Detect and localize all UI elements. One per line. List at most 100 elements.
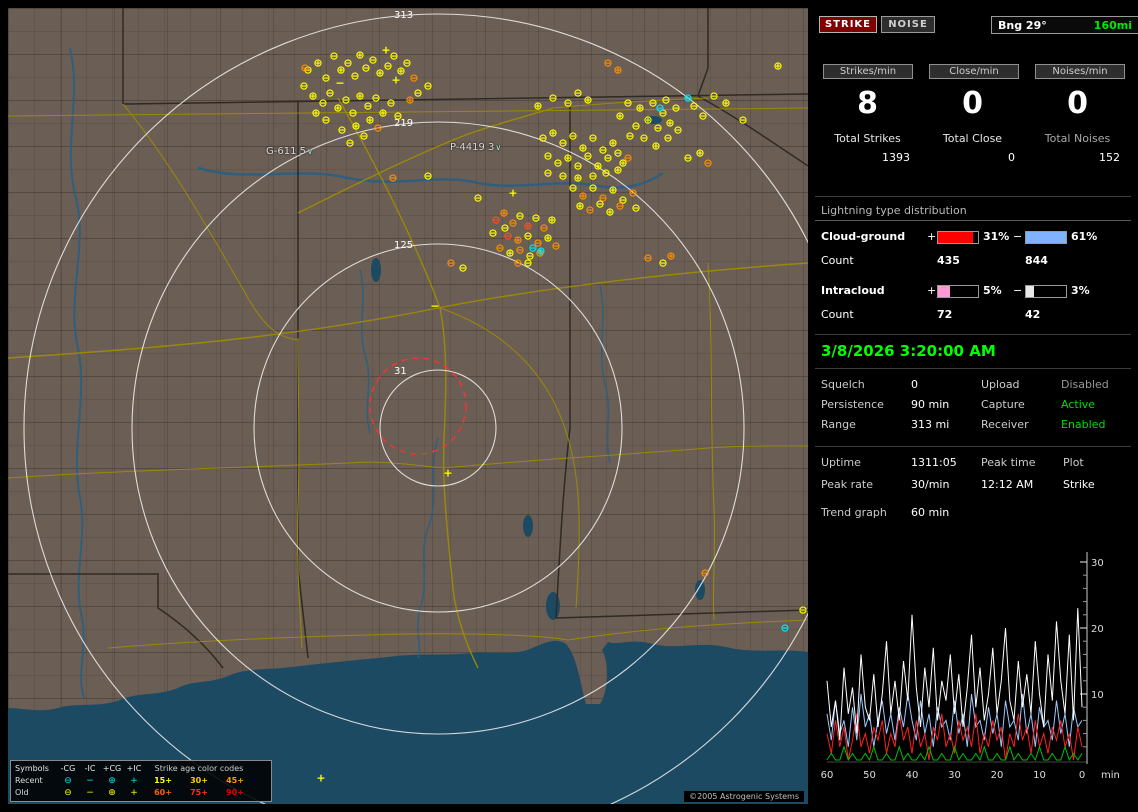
svg-text:min: min <box>1101 770 1120 781</box>
persistence-value: 90 min <box>911 398 949 411</box>
svg-text:0: 0 <box>1079 770 1085 781</box>
legend-col-neg-cg: -CG <box>57 763 79 775</box>
peak-time-label: Peak time <box>981 456 1035 469</box>
cg-negative-bar <box>1025 231 1067 244</box>
total-strikes-value: 1393 <box>815 151 910 164</box>
upload-label: Upload <box>981 378 1020 391</box>
close-per-min-chip[interactable]: Close/min <box>929 64 1019 79</box>
legend-col-pos-ic: +IC <box>123 763 145 775</box>
noises-per-min-value: 0 <box>1025 86 1130 121</box>
lakes <box>371 116 705 620</box>
ic-negative-bar <box>1025 285 1067 298</box>
svg-text:40: 40 <box>906 770 919 781</box>
persistence-label: Persistence <box>821 398 884 411</box>
trend-duration-value: 60 min <box>911 506 949 519</box>
svg-text:10: 10 <box>1033 770 1046 781</box>
roads <box>8 98 808 668</box>
cg-positive-bar <box>937 231 979 244</box>
total-noises-value: 152 <box>1025 151 1120 164</box>
cg-negative-pct: 61% <box>1071 230 1097 243</box>
old-neg-cg-icon: ⊖ <box>57 787 79 799</box>
trend-graph-label: Trend graph <box>821 506 887 519</box>
storm-cell-label: P-4419 3∨ <box>450 142 501 153</box>
squelch-value: 0 <box>911 378 918 391</box>
legend-col-neg-ic: -IC <box>79 763 101 775</box>
bearing-value: Bng 29° <box>998 19 1047 32</box>
legend-row-old: Old <box>15 787 57 799</box>
range-value: 313 mi <box>911 418 949 431</box>
legend-symbols-header: Symbols <box>15 763 57 775</box>
legend-col-pos-cg: +CG <box>101 763 123 775</box>
age-45: 45+ <box>217 775 253 787</box>
uptime-value: 1311:05 <box>911 456 957 469</box>
age-60: 60+ <box>145 787 181 799</box>
receiver-value: Enabled <box>1061 418 1105 431</box>
cg-plus-sign: + <box>927 230 936 243</box>
upload-value: Disabled <box>1061 378 1109 391</box>
cg-minus-sign: − <box>1013 230 1022 243</box>
age-15: 15+ <box>145 775 181 787</box>
svg-text:313: 313 <box>394 10 413 21</box>
uptime-label: Uptime <box>821 456 861 469</box>
peak-rate-label: Peak rate <box>821 478 873 491</box>
cg-count-label: Count <box>821 254 854 267</box>
svg-text:31: 31 <box>394 366 407 377</box>
capture-label: Capture <box>981 398 1025 411</box>
close-per-min-value: 0 <box>920 86 1025 121</box>
total-close-label: Total Close <box>920 132 1025 145</box>
ic-negative-pct: 3% <box>1071 284 1090 297</box>
cg-negative-count: 844 <box>1025 254 1048 267</box>
plot-value[interactable]: Strike <box>1063 478 1095 491</box>
ic-positive-pct: 5% <box>983 284 1002 297</box>
legend-age-title: Strike age color codes <box>145 763 253 775</box>
strike-mode-button[interactable]: STRIKE <box>819 16 877 33</box>
lake-pontchartrain <box>110 694 206 734</box>
noises-per-min-chip[interactable]: Noises/min <box>1035 64 1125 79</box>
cg-positive-count: 435 <box>937 254 960 267</box>
trend-graph-chart: 1020306050403020100min <box>817 528 1129 792</box>
squelch-label: Squelch <box>821 378 865 391</box>
intracloud-label: Intracloud <box>821 284 885 297</box>
cg-positive-pct: 31% <box>983 230 1009 243</box>
recent-neg-ic-icon: − <box>79 775 101 787</box>
total-strikes-label: Total Strikes <box>815 132 920 145</box>
svg-text:50: 50 <box>863 770 876 781</box>
cloud-ground-label: Cloud-ground <box>821 230 905 243</box>
svg-text:10: 10 <box>1091 690 1104 701</box>
ic-negative-count: 42 <box>1025 308 1040 321</box>
bearing-range-value: 160mi <box>1094 19 1132 32</box>
ic-count-label: Count <box>821 308 854 321</box>
strikes-per-min-chip[interactable]: Strikes/min <box>823 64 913 79</box>
old-pos-ic-icon: + <box>123 787 145 799</box>
age-90: 90+ <box>217 787 253 799</box>
noise-mode-button[interactable]: NOISE <box>881 16 935 33</box>
ic-plus-sign: + <box>927 284 936 297</box>
plot-label: Plot <box>1063 456 1084 469</box>
recent-neg-cg-icon: ⊖ <box>57 775 79 787</box>
receiver-label: Receiver <box>981 418 1029 431</box>
peak-time-value: 12:12 AM <box>981 478 1033 491</box>
storm-cell-label: G-611 5∨ <box>266 146 313 157</box>
total-close-value: 0 <box>920 151 1015 164</box>
map-base-art: 313 219 125 31 <box>8 8 808 804</box>
capture-value: Active <box>1061 398 1095 411</box>
status-panel: STRIKE NOISE Bng 29° 160mi Strikes/min C… <box>815 8 1131 805</box>
svg-text:125: 125 <box>394 240 413 251</box>
svg-text:219: 219 <box>394 118 413 129</box>
old-pos-cg-icon: ⊕ <box>101 787 123 799</box>
peak-rate-value: 30/min <box>911 478 949 491</box>
strikes-per-min-value: 8 <box>815 86 920 121</box>
svg-text:60: 60 <box>821 770 834 781</box>
age-75: 75+ <box>181 787 217 799</box>
svg-text:20: 20 <box>991 770 1004 781</box>
lightning-map[interactable]: 31321912531 ⊖⊕⊖⊖⊕⊖⊖⊕⊖⊖⊕⊖⊖⊕⊖⊖⊖⊕⊖⊖⊕⊖⊖⊕⊖⊖⊕⊖… <box>8 8 808 804</box>
recent-pos-cg-icon: ⊕ <box>101 775 123 787</box>
datetime-display: 3/8/2026 3:20:00 AM <box>821 342 996 360</box>
legend-row-recent: Recent <box>15 775 57 787</box>
old-neg-ic-icon: − <box>79 787 101 799</box>
ic-positive-count: 72 <box>937 308 952 321</box>
state-borders <box>8 8 808 668</box>
age-30: 30+ <box>181 775 217 787</box>
rivers <box>70 48 663 698</box>
trend-series-total strikes <box>827 608 1082 740</box>
